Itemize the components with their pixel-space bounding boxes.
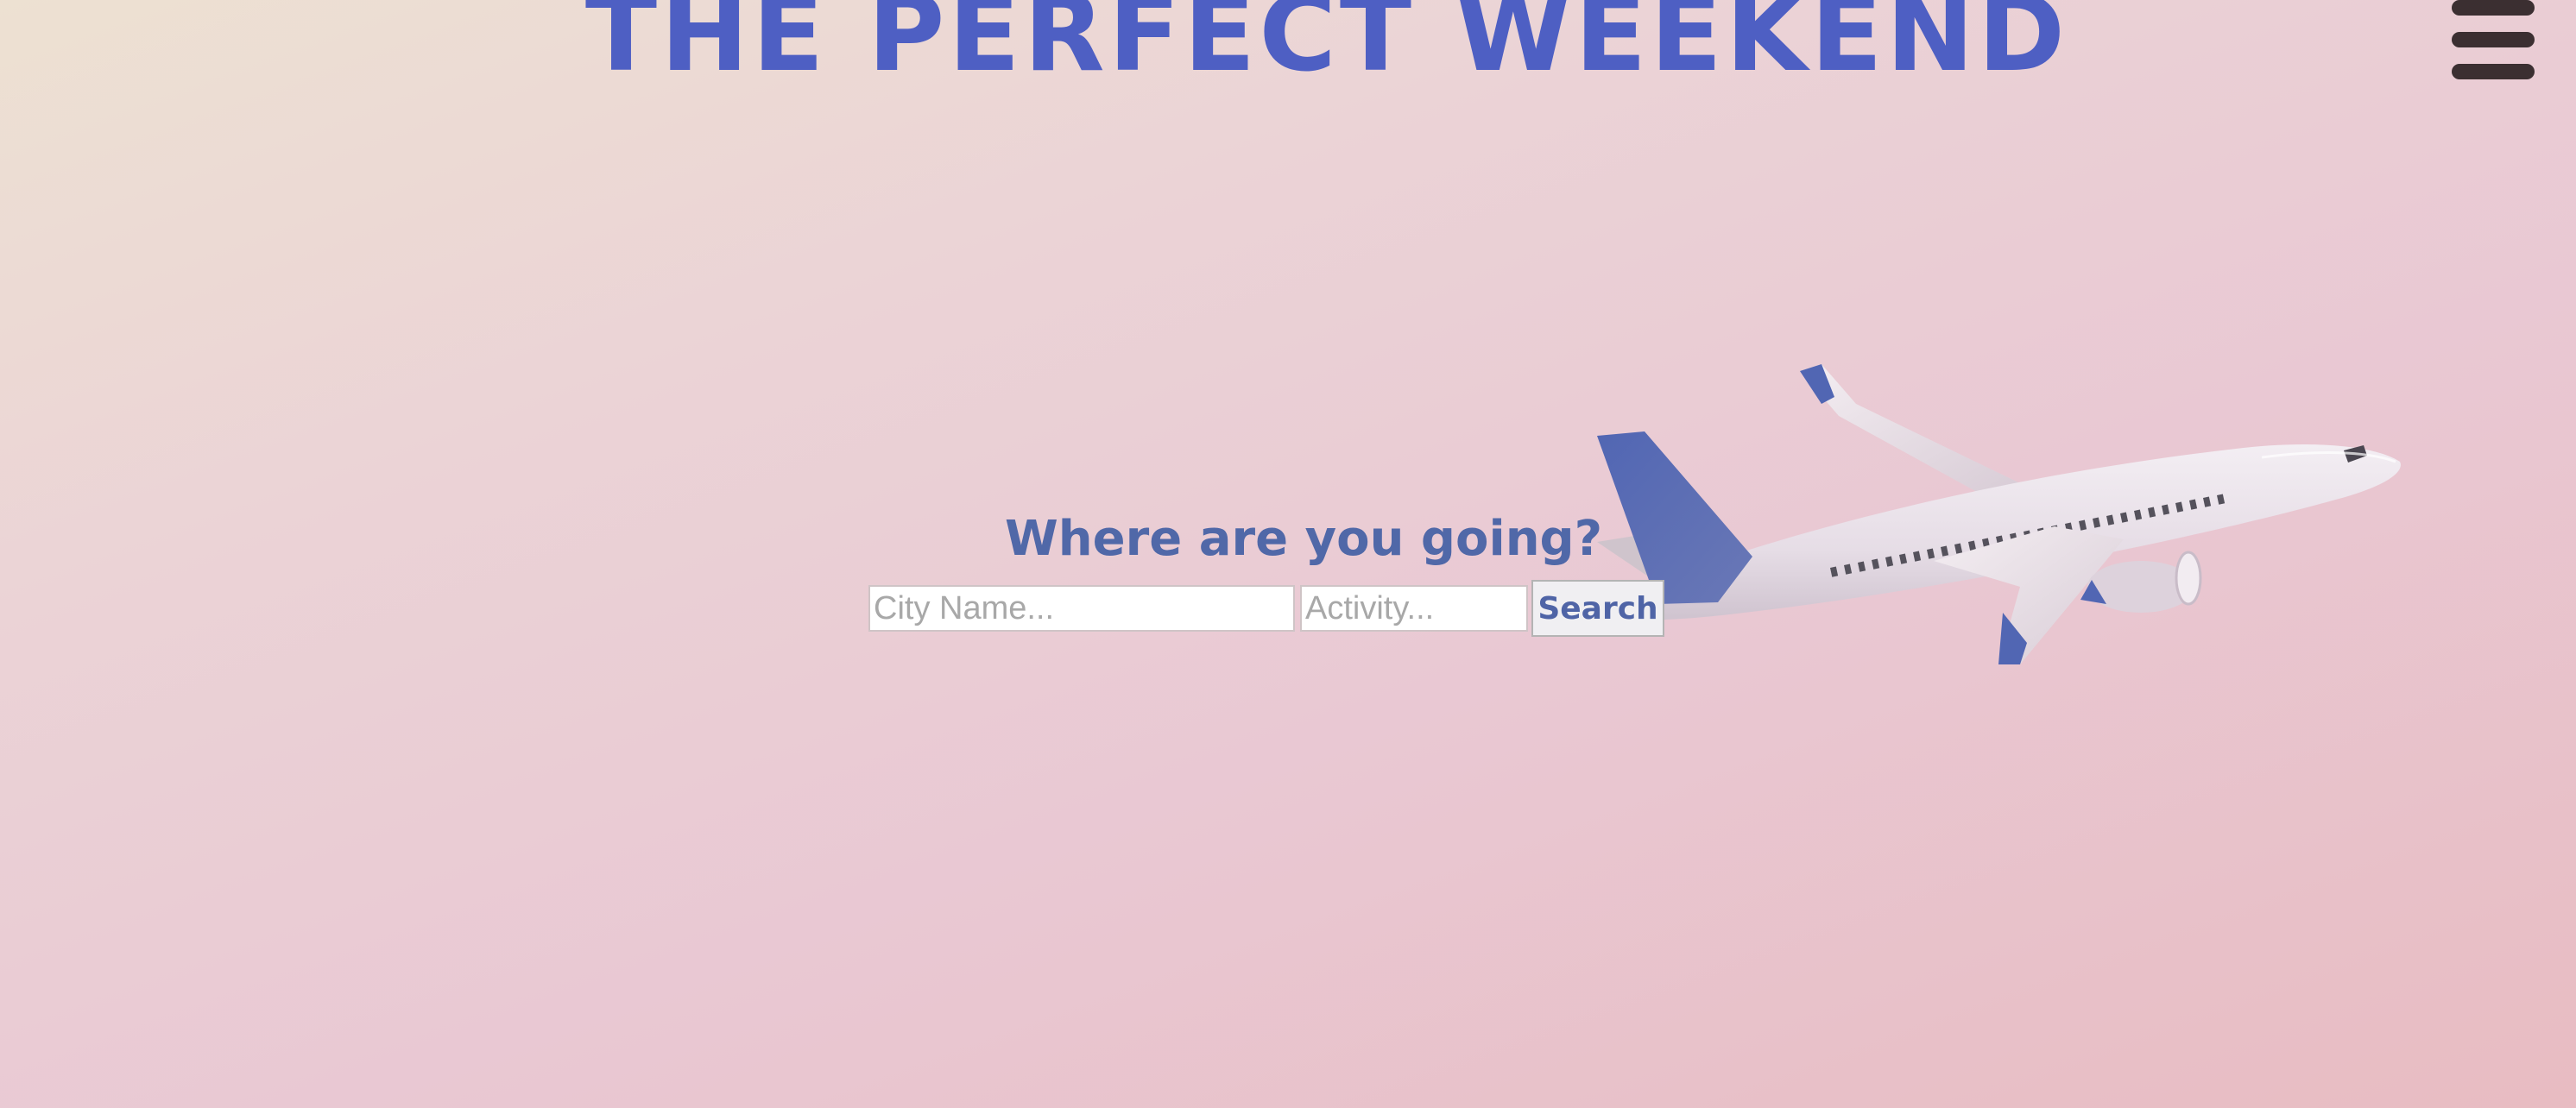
airplane-illustration xyxy=(1588,364,2401,664)
menu-bar-bottom xyxy=(2452,64,2535,79)
menu-bar-middle xyxy=(2452,32,2535,47)
far-wing xyxy=(1800,364,2020,492)
vertical-tail xyxy=(1597,431,1752,604)
city-name-input[interactable] xyxy=(868,585,1295,632)
engine-intake xyxy=(2175,551,2202,606)
search-heading: Where are you going? xyxy=(1005,511,1603,567)
activity-input[interactable] xyxy=(1300,585,1528,632)
menu-bar-top xyxy=(2452,0,2535,16)
search-button[interactable]: Search xyxy=(1531,580,1664,637)
hamburger-menu-icon[interactable] xyxy=(2452,0,2535,79)
site-title: THE PERFECT WEEKEND xyxy=(584,0,2069,95)
far-wing-tip xyxy=(1800,364,1834,404)
